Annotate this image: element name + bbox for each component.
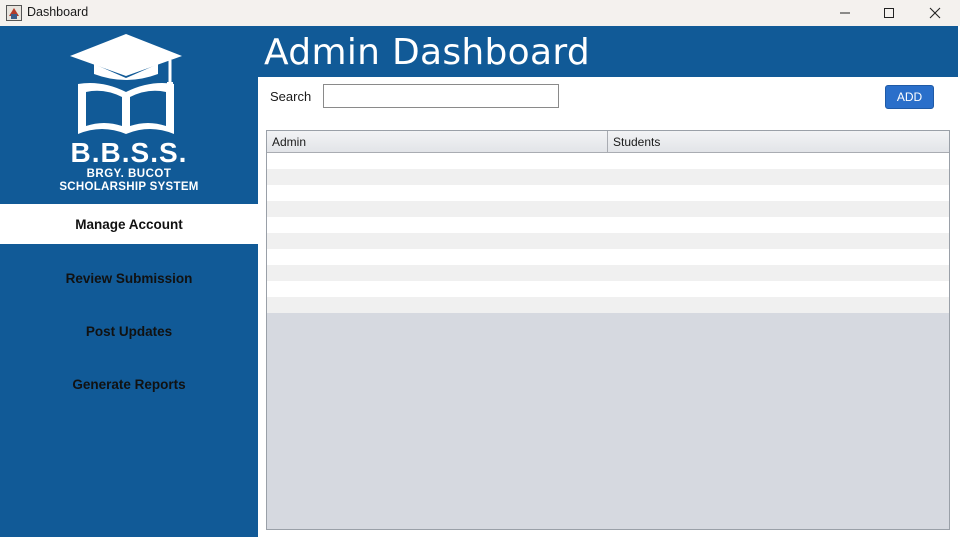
table-row[interactable] xyxy=(267,217,949,233)
table-body xyxy=(267,153,949,313)
window-titlebar: Dashboard xyxy=(0,0,960,26)
add-button[interactable]: ADD xyxy=(885,85,934,109)
table-row[interactable] xyxy=(267,265,949,281)
table-row[interactable] xyxy=(267,201,949,217)
accounts-table[interactable]: Admin Students xyxy=(266,130,950,530)
graduation-book-icon xyxy=(70,34,182,134)
sidebar-item-post-updates[interactable]: Post Updates xyxy=(0,311,258,351)
sidebar-item-manage-account[interactable]: Manage Account xyxy=(0,204,258,244)
search-input[interactable] xyxy=(323,84,559,108)
page-title: Admin Dashboard xyxy=(264,32,590,73)
table-row[interactable] xyxy=(267,153,949,169)
logo-subtitle-line2: SCHOLARSHIP SYSTEM xyxy=(59,181,199,193)
logo-subtitle-line1: BRGY. BUCOT xyxy=(86,168,172,180)
sidebar-item-generate-reports[interactable]: Generate Reports xyxy=(0,364,258,404)
table-header: Admin Students xyxy=(267,131,949,153)
bbss-logo: B.B.S.S. BRGY. BUCOT SCHOLARSHIP SYSTEM xyxy=(0,26,258,204)
table-row[interactable] xyxy=(267,185,949,201)
table-row[interactable] xyxy=(267,297,949,313)
search-label: Search xyxy=(270,89,312,104)
column-header-students[interactable]: Students xyxy=(608,131,949,152)
logo-acronym: B.B.S.S. xyxy=(70,137,188,168)
maximize-icon[interactable] xyxy=(866,0,912,26)
table-row[interactable] xyxy=(267,169,949,185)
sidebar: B.B.S.S. BRGY. BUCOT SCHOLARSHIP SYSTEM … xyxy=(0,26,258,537)
page-header: Admin Dashboard xyxy=(258,26,960,77)
table-row[interactable] xyxy=(267,249,949,265)
column-header-admin[interactable]: Admin xyxy=(267,131,608,152)
window-title: Dashboard xyxy=(27,5,89,19)
java-app-icon xyxy=(6,4,22,21)
table-row[interactable] xyxy=(267,233,949,249)
table-row[interactable] xyxy=(267,281,949,297)
sidebar-item-review-submission[interactable]: Review Submission xyxy=(0,258,258,298)
close-icon[interactable] xyxy=(912,0,958,26)
minimize-icon[interactable] xyxy=(822,0,868,26)
